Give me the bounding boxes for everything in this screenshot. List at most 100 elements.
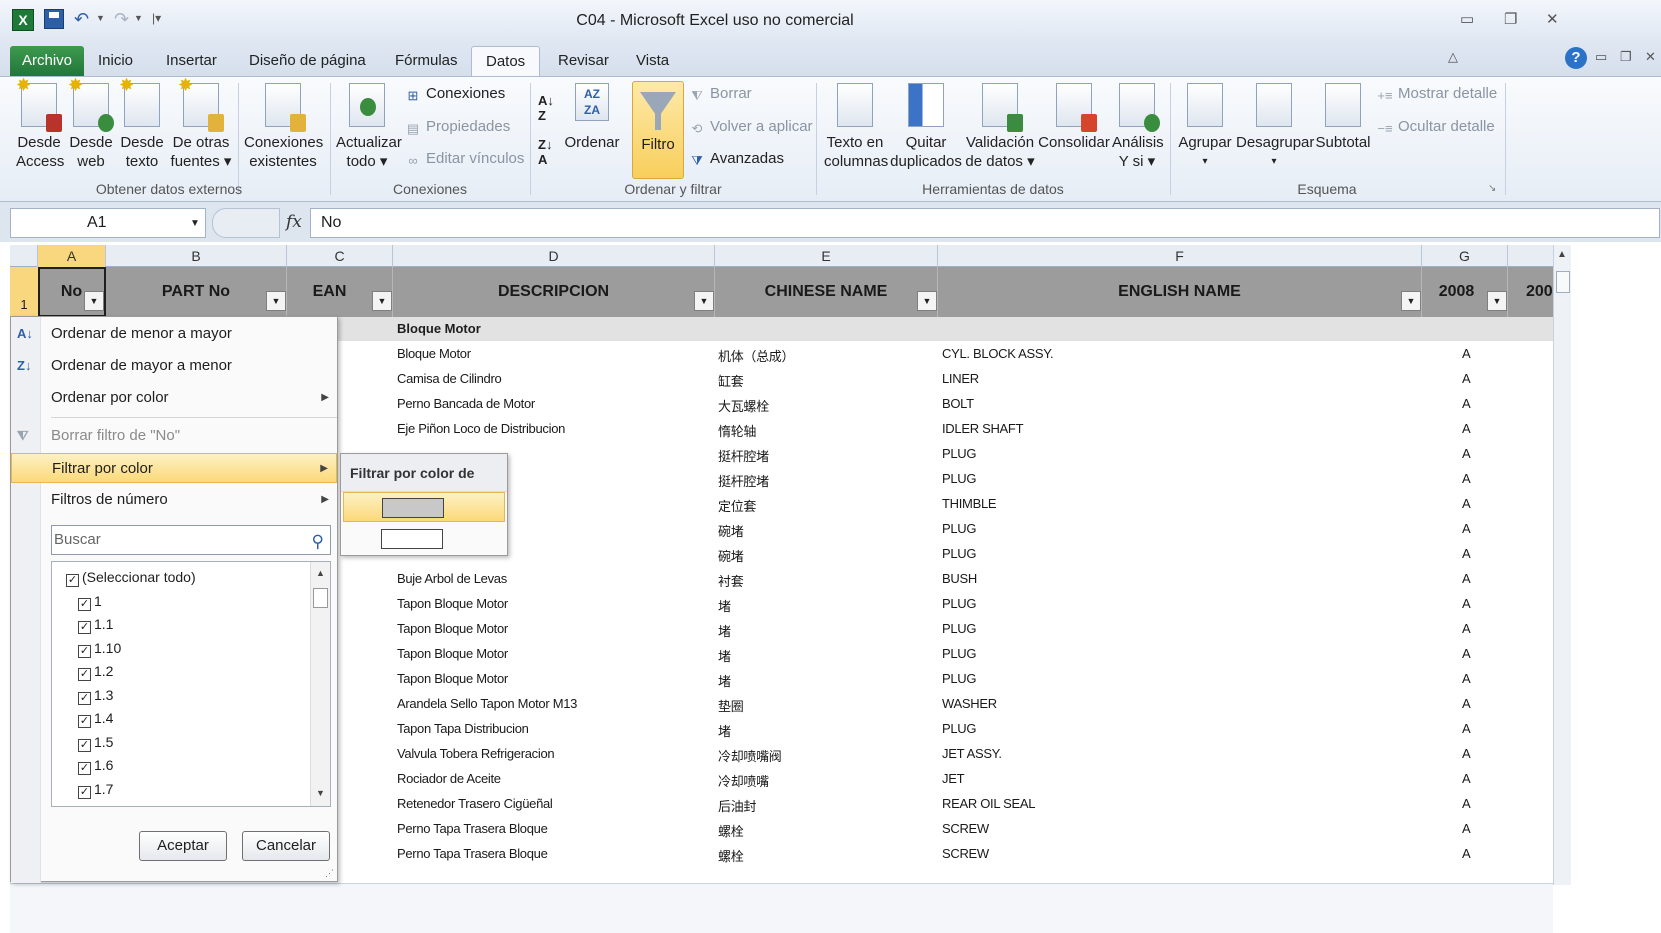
cell-chinese-name[interactable]: 冷却喷嘴阀 <box>718 746 782 765</box>
desde-access-button[interactable]: Desde Access <box>16 76 64 171</box>
filter-value-item[interactable]: ✓ 1 <box>78 590 102 612</box>
cell-2008[interactable]: A <box>1462 746 1471 761</box>
desde-web-button[interactable]: Desde web <box>68 76 114 171</box>
section-title[interactable]: Bloque Motor <box>397 321 481 336</box>
cell-descripcion[interactable]: Eje Piñon Loco de Distribucion <box>397 421 565 436</box>
mostrar-detalle-button[interactable]: +≡ Mostrar detalle <box>1376 85 1497 104</box>
menu-sort-by-color[interactable]: Ordenar por color ▶ <box>11 383 337 413</box>
conexiones-existentes-button[interactable]: Conexiones existentes <box>244 83 323 171</box>
cell-2008[interactable]: A <box>1462 696 1471 711</box>
column-header-a[interactable]: A <box>38 245 106 267</box>
row-header-1[interactable]: 1 <box>10 267 38 317</box>
filter-value-item[interactable]: ✓ 1.2 <box>78 660 113 682</box>
cell-english-name[interactable]: REAR OIL SEAL <box>942 796 1035 811</box>
cell-chinese-name[interactable]: 螺栓 <box>718 821 744 840</box>
borrar-button[interactable]: ⧨ Borrar <box>688 85 752 104</box>
ocultar-detalle-button[interactable]: −≡ Ocultar detalle <box>1376 118 1494 137</box>
name-box[interactable]: A1 <box>10 208 206 238</box>
cell-2008[interactable]: A <box>1462 396 1471 411</box>
filter-value-item[interactable]: ✓1.8 <box>78 801 113 806</box>
cell-descripcion[interactable]: Bloque Motor <box>397 346 471 361</box>
cell-chinese-name[interactable]: 惰轮轴 <box>718 421 756 440</box>
cell-english-name[interactable]: THIMBLE <box>942 496 997 511</box>
cell-chinese-name[interactable]: 堵 <box>718 646 731 665</box>
filter-dropdown-chinese-name-icon[interactable]: ▼ <box>917 291 937 311</box>
menu-number-filters[interactable]: Filtros de número ▶ <box>11 485 337 515</box>
checkbox-checked-icon[interactable]: ✓ <box>78 621 91 634</box>
cell-english-name[interactable]: SCREW <box>942 846 989 861</box>
menu-sort-ascending[interactable]: A↓ Ordenar de menor a mayor <box>11 319 337 349</box>
cell-descripcion[interactable]: Rociador de Aceite <box>397 771 501 786</box>
cell-chinese-name[interactable]: 挺杆腔堵 <box>718 446 769 465</box>
minimize-window-icon[interactable]: ▭ <box>1460 10 1474 28</box>
filter-dropdown-descripcion-icon[interactable]: ▼ <box>694 291 714 311</box>
cell-chinese-name[interactable]: 堵 <box>718 621 731 640</box>
color-option-gray[interactable] <box>343 492 505 522</box>
cell-chinese-name[interactable]: 缸套 <box>718 371 744 390</box>
filter-dropdown-part-no-icon[interactable]: ▼ <box>266 291 286 311</box>
resize-grip-icon[interactable]: ⋰ <box>325 868 334 879</box>
cell-chinese-name[interactable]: 挺杆腔堵 <box>718 471 769 490</box>
cell-2008[interactable]: A <box>1462 671 1471 686</box>
cell-descripcion[interactable]: Tapon Bloque Motor <box>397 596 508 611</box>
formula-input[interactable]: No <box>310 208 1660 238</box>
vertical-scrollbar[interactable]: ▲ <box>1553 245 1571 885</box>
tab-datos[interactable]: Datos <box>471 46 541 76</box>
checkbox-checked-icon[interactable]: ✓ <box>78 644 91 658</box>
cell-english-name[interactable]: BOLT <box>942 396 974 411</box>
list-scroll-down-icon[interactable]: ▼ <box>316 788 325 798</box>
sort-az-icon[interactable]: A↓ Z <box>538 93 554 123</box>
cell-2008[interactable]: A <box>1462 621 1471 636</box>
restore-window-icon[interactable]: ❐ <box>1504 10 1517 28</box>
cell-chinese-name[interactable]: 后油封 <box>718 796 756 815</box>
cell-chinese-name[interactable]: 大瓦螺栓 <box>718 396 769 415</box>
filter-value-item[interactable]: ✓ 1.1 <box>78 613 113 635</box>
cell-descripcion[interactable]: Tapon Bloque Motor <box>397 671 508 686</box>
sort-za-icon[interactable]: Z↓ A <box>538 137 552 167</box>
filter-value-item[interactable]: ✓ 1.7 <box>78 778 113 800</box>
select-all-corner[interactable] <box>10 245 38 267</box>
checkbox-checked-icon[interactable]: ✓ <box>78 597 91 611</box>
tab-insertar[interactable]: Insertar <box>152 46 231 76</box>
editar-vinculos-button[interactable]: ∞ Editar vínculos <box>404 150 524 169</box>
volver-aplicar-button[interactable]: ⟲ Volver a aplicar <box>688 118 813 137</box>
cell-english-name[interactable]: IDLER SHAFT <box>942 421 1024 436</box>
help-icon[interactable]: ? <box>1565 47 1587 69</box>
cell-2008[interactable]: A <box>1462 371 1471 386</box>
filtro-button[interactable]: Filtro <box>632 81 684 179</box>
cell-english-name[interactable]: JET ASSY. <box>942 746 1002 761</box>
column-header-d[interactable]: D <box>393 245 715 267</box>
list-scrollbar[interactable]: ▲ ▼ <box>310 562 330 806</box>
header-cell-2009[interactable]: 200 <box>1508 267 1553 317</box>
filter-value-item[interactable]: ✓ 1.4 <box>78 707 113 729</box>
consolidar-button[interactable]: Consolidar <box>1038 83 1110 152</box>
cell-descripcion[interactable]: Perno Bancada de Motor <box>397 396 535 411</box>
cell-english-name[interactable]: PLUG <box>942 621 977 636</box>
otras-fuentes-button[interactable]: De otras fuentes ▾ <box>170 76 232 171</box>
desde-texto-button[interactable]: Desde texto <box>119 76 165 171</box>
name-box-dropdown-icon[interactable]: ▼ <box>190 218 200 229</box>
minimize-ribbon-icon[interactable]: △ <box>1448 49 1458 65</box>
cell-chinese-name[interactable]: 堵 <box>718 671 731 690</box>
cancelar-button[interactable]: Cancelar <box>242 831 330 861</box>
column-header-f[interactable]: F <box>938 245 1422 267</box>
cell-chinese-name[interactable]: 碗堵 <box>718 521 744 540</box>
agrupar-button[interactable]: Agrupar ▾ <box>1176 83 1234 171</box>
aceptar-button[interactable]: Aceptar <box>139 831 227 861</box>
esquema-dialog-launcher-icon[interactable]: ↘ <box>1488 183 1496 194</box>
header-cell-chinese-name[interactable]: CHINESE NAME <box>715 267 938 317</box>
cell-2008[interactable]: A <box>1462 346 1471 361</box>
cell-descripcion[interactable]: Arandela Sello Tapon Motor M13 <box>397 696 577 711</box>
close-workbook-icon[interactable]: ✕ <box>1645 49 1656 65</box>
cell-descripcion[interactable]: Retenedor Trasero Cigüeñal <box>397 796 553 811</box>
cell-descripcion[interactable]: Buje Arbol de Levas <box>397 571 507 586</box>
menu-filter-by-color[interactable]: Filtrar por color ▶ <box>11 453 337 483</box>
cell-2008[interactable]: A <box>1462 471 1471 486</box>
cell-chinese-name[interactable]: 碗堵 <box>718 546 744 565</box>
cell-2008[interactable]: A <box>1462 421 1471 436</box>
cell-english-name[interactable]: PLUG <box>942 521 977 536</box>
cell-english-name[interactable]: PLUG <box>942 596 977 611</box>
menu-clear-filter[interactable]: ⧨ Borrar filtro de "No" <box>11 421 337 451</box>
quitar-duplicados-button[interactable]: Quitar duplicados <box>890 83 962 171</box>
checkbox-checked-icon[interactable]: ✓ <box>78 691 91 705</box>
